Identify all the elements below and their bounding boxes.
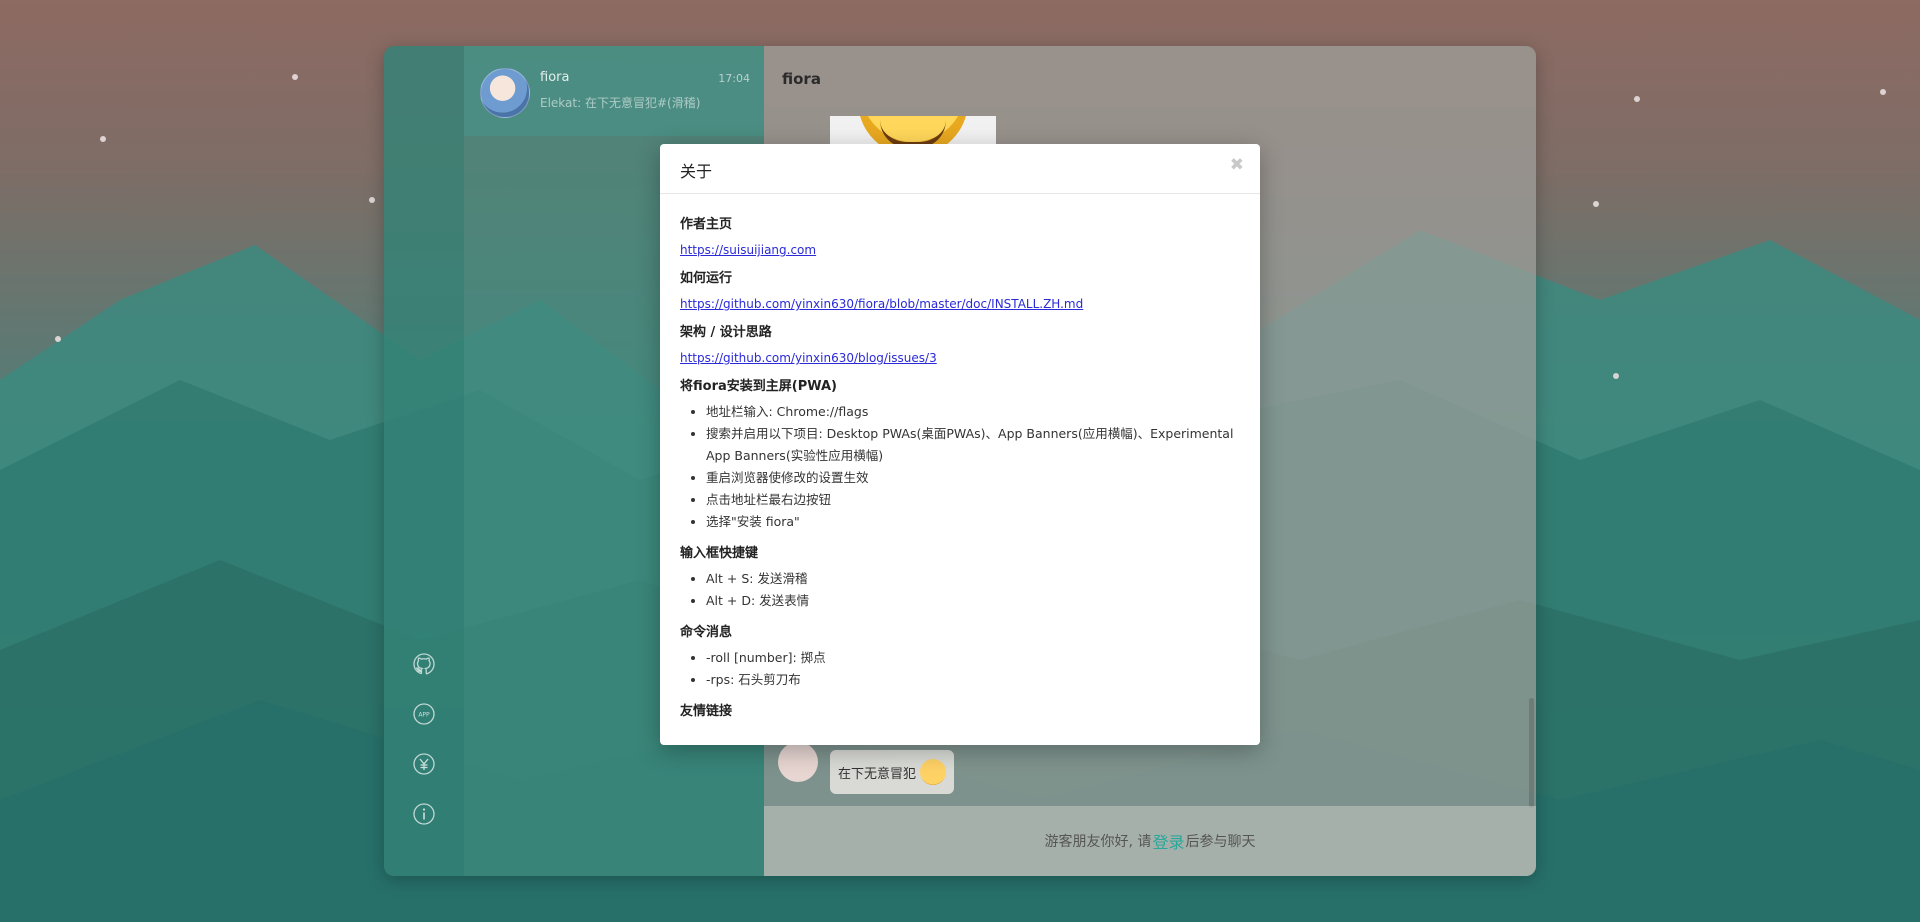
about-dialog: 关于 ✖ 作者主页 https://suisuijiang.com 如何运行 h…	[660, 144, 1260, 745]
list-item: 选择"安装 fiora"	[706, 511, 1240, 533]
dialog-title: 关于	[680, 162, 713, 181]
install-doc-link[interactable]: https://github.com/yinxin630/fiora/blob/…	[680, 296, 1083, 312]
list-item: -rps: 石头剪刀布	[706, 669, 1240, 691]
section-pwa: 将fiora安装到主屏(PWA) 地址栏输入: Chrome://flags 搜…	[680, 378, 1240, 533]
list-item: 点击地址栏最右边按钮	[706, 489, 1240, 511]
section-title: 作者主页	[680, 217, 733, 232]
pwa-steps-list: 地址栏输入: Chrome://flags 搜索并启用以下项目: Desktop…	[680, 401, 1240, 533]
section-friend-links: 友情链接	[680, 703, 1240, 721]
section-commands: 命令消息 -roll [number]: 掷点 -rps: 石头剪刀布	[680, 624, 1240, 691]
section-title: 友情链接	[680, 704, 733, 719]
architecture-link[interactable]: https://github.com/yinxin630/blog/issues…	[680, 350, 937, 366]
list-item: 搜索并启用以下项目: Desktop PWAs(桌面PWAs)、App Bann…	[706, 423, 1240, 467]
section-title: 将fiora安装到主屏(PWA)	[680, 379, 837, 394]
list-item: Alt + D: 发送表情	[706, 590, 1240, 612]
dialog-header: 关于 ✖	[660, 144, 1260, 194]
section-title: 命令消息	[680, 625, 733, 640]
section-title: 输入框快捷键	[680, 546, 759, 561]
list-item: 地址栏输入: Chrome://flags	[706, 401, 1240, 423]
list-item: -roll [number]: 掷点	[706, 647, 1240, 669]
dialog-body[interactable]: 作者主页 https://suisuijiang.com 如何运行 https:…	[660, 194, 1260, 745]
close-icon[interactable]: ✖	[1230, 157, 1244, 174]
section-author: 作者主页 https://suisuijiang.com	[680, 216, 1240, 258]
author-homepage-link[interactable]: https://suisuijiang.com	[680, 242, 816, 258]
section-title: 如何运行	[680, 271, 733, 286]
list-item: Alt + S: 发送滑稽	[706, 568, 1240, 590]
section-run: 如何运行 https://github.com/yinxin630/fiora/…	[680, 270, 1240, 312]
commands-list: -roll [number]: 掷点 -rps: 石头剪刀布	[680, 647, 1240, 691]
section-shortcuts: 输入框快捷键 Alt + S: 发送滑稽 Alt + D: 发送表情	[680, 545, 1240, 612]
shortcuts-list: Alt + S: 发送滑稽 Alt + D: 发送表情	[680, 568, 1240, 612]
section-architecture: 架构 / 设计思路 https://github.com/yinxin630/b…	[680, 324, 1240, 366]
section-title: 架构 / 设计思路	[680, 325, 772, 340]
list-item: 重启浏览器使修改的设置生效	[706, 467, 1240, 489]
